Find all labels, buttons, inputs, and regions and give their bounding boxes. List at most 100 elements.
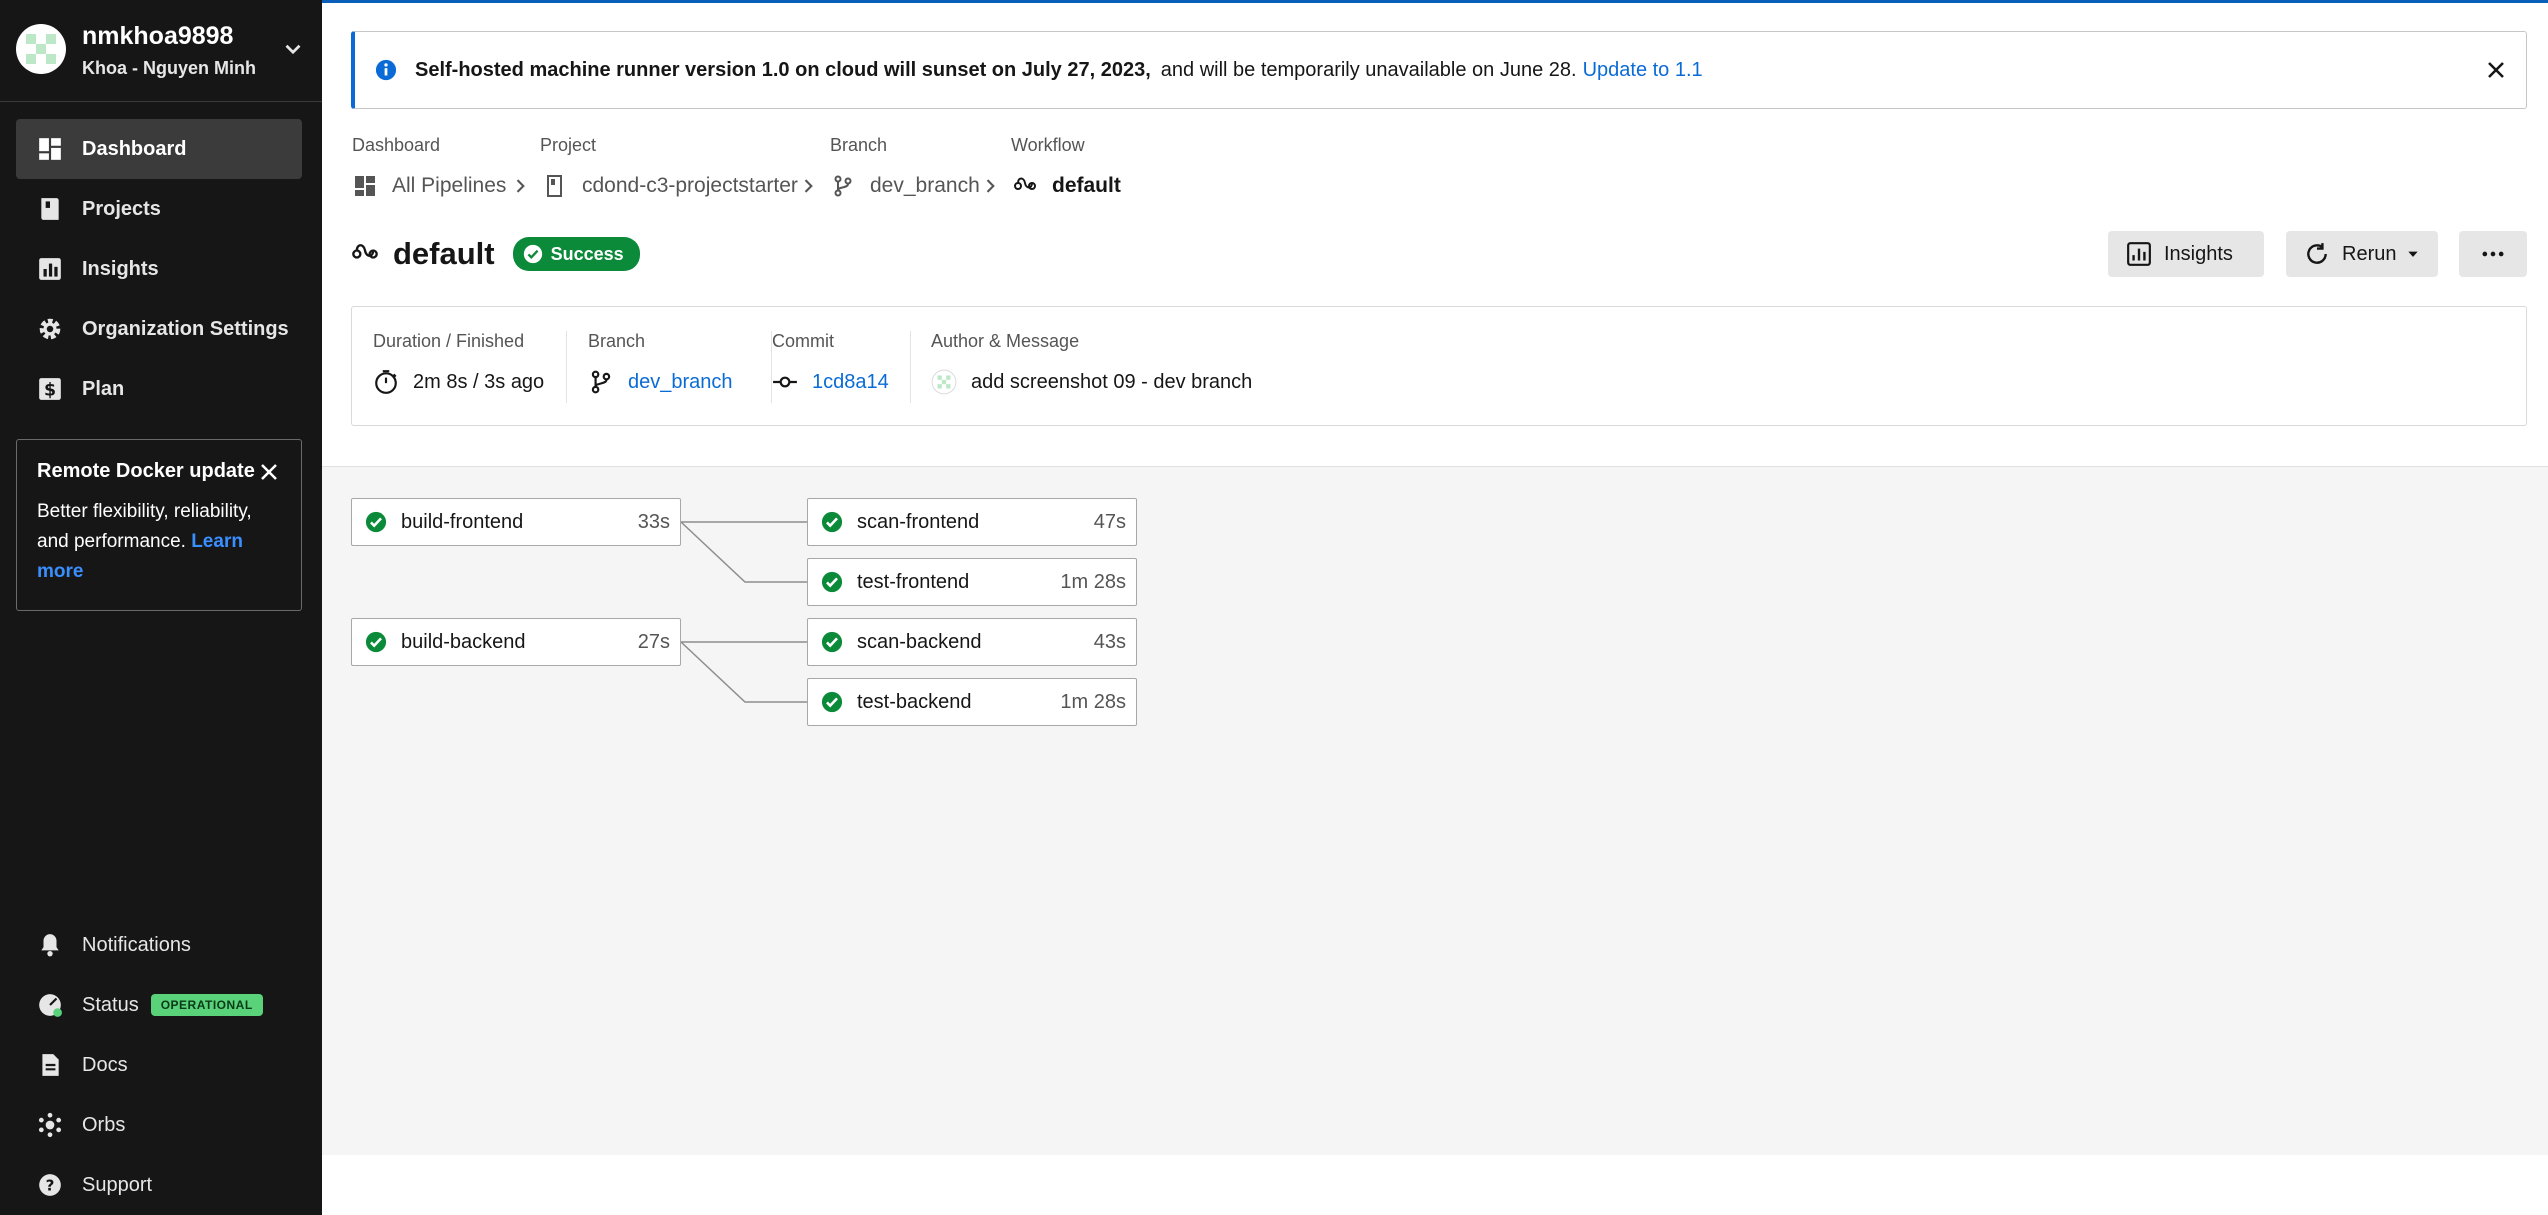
orbs-icon	[36, 1111, 64, 1139]
page-title: default	[393, 236, 495, 271]
user-switcher[interactable]: nmkhoa9898 Khoa - Nguyen Minh	[0, 0, 322, 102]
avatar	[16, 24, 66, 74]
branch-label: Branch	[588, 331, 646, 351]
breadcrumb-value: cdond-c3-projectstarter	[582, 174, 798, 197]
sidebar-item-label: Docs	[82, 1053, 128, 1076]
insights-icon	[2127, 242, 2151, 266]
commit-icon	[772, 369, 798, 395]
sidebar-item-label: Status	[82, 993, 139, 1016]
check-circle-icon	[365, 511, 387, 533]
insights-button[interactable]: Insights	[2108, 231, 2264, 277]
breadcrumb-value: default	[1052, 174, 1121, 197]
caret-down-icon	[2408, 251, 2419, 257]
sidebar-item-label: Plan	[82, 377, 125, 400]
branch-value[interactable]: dev_branch	[588, 367, 733, 397]
check-circle-icon	[821, 631, 843, 653]
sidebar: nmkhoa9898 Khoa - Nguyen Minh Dashboard …	[0, 0, 322, 1215]
sidebar-item-projects[interactable]: Projects	[16, 179, 302, 239]
sidebar-item-orbs[interactable]: Orbs	[36, 1105, 125, 1145]
workflow-header: default Success	[351, 234, 640, 274]
job-duration: 33s	[637, 510, 670, 533]
breadcrumb-project[interactable]: cdond-c3-projectstarter	[542, 170, 798, 202]
remote-docker-promo: Remote Docker update Better flexibility,…	[16, 439, 302, 611]
rerun-button[interactable]: Rerun	[2286, 231, 2438, 277]
breadcrumb-all-pipelines[interactable]: All Pipelines	[352, 170, 506, 202]
job-name: scan-backend	[857, 630, 982, 653]
crumb-label-branch: Branch	[830, 135, 888, 155]
job-duration: 43s	[1093, 630, 1126, 653]
top-accent-line	[322, 0, 2548, 3]
close-icon[interactable]	[257, 460, 281, 484]
chevron-right-icon	[804, 179, 813, 193]
insights-icon	[36, 255, 64, 283]
job-duration: 1m 28s	[1060, 690, 1126, 713]
commit-value[interactable]: 1cd8a14	[772, 367, 889, 397]
insights-button-label: Insights	[2164, 242, 2233, 265]
sidebar-item-label: Support	[82, 1173, 153, 1196]
job-scan-backend[interactable]: scan-backend 43s	[807, 618, 1137, 666]
job-name: build-frontend	[401, 510, 524, 533]
commit-link[interactable]: 1cd8a14	[812, 371, 889, 394]
more-icon	[2482, 251, 2504, 257]
duration-label: Duration / Finished	[373, 331, 525, 351]
job-build-frontend[interactable]: build-frontend 33s	[351, 498, 681, 546]
more-options-button[interactable]	[2459, 231, 2527, 277]
check-circle-icon	[821, 691, 843, 713]
breadcrumb-branch[interactable]: dev_branch	[830, 170, 980, 202]
job-name: scan-frontend	[857, 510, 980, 533]
crumb-label-project: Project	[540, 135, 597, 155]
duration-text: 2m 8s / 3s ago	[413, 370, 545, 393]
check-circle-icon	[523, 244, 542, 264]
sidebar-item-label: Insights	[82, 257, 159, 280]
status-badge: OPERATIONAL	[150, 994, 263, 1016]
sidebar-item-support[interactable]: ? Support	[36, 1165, 152, 1205]
job-duration: 1m 28s	[1060, 570, 1126, 593]
sidebar-item-organization-settings[interactable]: Organization Settings	[16, 299, 302, 359]
commit-label: Commit	[772, 331, 834, 351]
sidebar-item-notifications[interactable]: Notifications	[36, 925, 191, 965]
timer-icon	[373, 369, 399, 395]
chevron-right-icon	[516, 179, 525, 193]
status-badge: Success	[512, 237, 640, 271]
svg-text:?: ?	[46, 1176, 55, 1194]
branch-icon	[830, 173, 856, 199]
sidebar-item-label: Notifications	[82, 933, 191, 956]
help-icon: ?	[36, 1171, 64, 1199]
username: nmkhoa9898	[82, 22, 234, 50]
sidebar-item-docs[interactable]: Docs	[36, 1045, 128, 1085]
sidebar-item-status[interactable]: Status OPERATIONAL	[36, 985, 263, 1025]
commit-message: add screenshot 09 - dev branch	[971, 370, 1253, 393]
branch-icon	[588, 369, 614, 395]
job-scan-frontend[interactable]: scan-frontend 47s	[807, 498, 1137, 546]
sidebar-item-label: Projects	[82, 197, 161, 220]
projects-icon	[36, 195, 64, 223]
breadcrumb-workflow: default	[1012, 170, 1121, 202]
chevron-down-icon[interactable]	[280, 36, 306, 62]
sidebar-item-insights[interactable]: Insights	[16, 239, 302, 299]
workflow-graph	[322, 467, 2548, 1155]
dollar-icon: $	[36, 375, 64, 403]
update-link[interactable]: Update to 1.1	[1583, 59, 1703, 82]
status-icon	[36, 991, 64, 1019]
divider	[910, 331, 911, 403]
job-test-frontend[interactable]: test-frontend 1m 28s	[807, 558, 1137, 606]
job-build-backend[interactable]: build-backend 27s	[351, 618, 681, 666]
branch-link[interactable]: dev_branch	[628, 371, 733, 394]
dashboard-icon	[36, 135, 64, 163]
duration-value: 2m 8s / 3s ago	[373, 367, 544, 397]
dashboard-icon	[352, 173, 378, 199]
bell-icon	[36, 931, 64, 959]
workflow-summary: Duration / Finished 2m 8s / 3s ago Branc…	[351, 306, 2527, 426]
docs-icon	[36, 1051, 64, 1079]
close-icon[interactable]	[2484, 58, 2508, 82]
sidebar-item-label: Orbs	[82, 1113, 126, 1136]
job-test-backend[interactable]: test-backend 1m 28s	[807, 678, 1137, 726]
promo-body: Better flexibility, reliability, and per…	[37, 497, 287, 587]
status-text: Success	[550, 243, 624, 264]
check-circle-icon	[821, 571, 843, 593]
sidebar-item-dashboard[interactable]: Dashboard	[16, 119, 302, 179]
crumb-label-dashboard: Dashboard	[352, 135, 441, 155]
sidebar-item-plan[interactable]: $ Plan	[16, 359, 302, 419]
job-duration: 27s	[637, 630, 670, 653]
workflow-icon	[352, 244, 378, 259]
